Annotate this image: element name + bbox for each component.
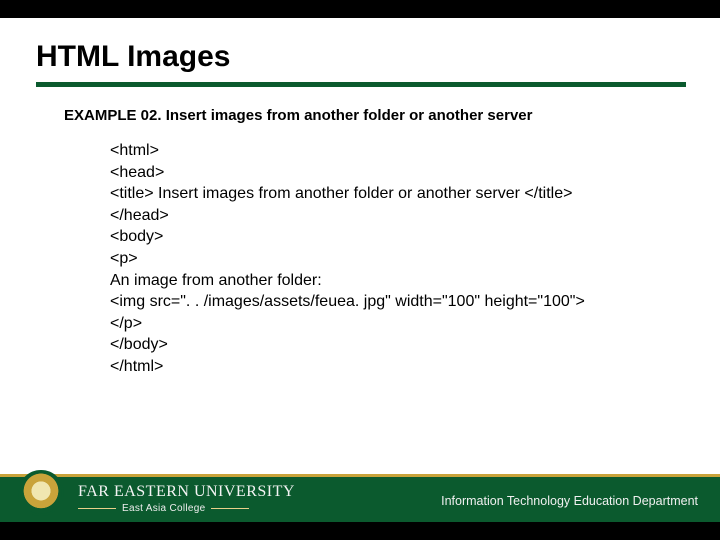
page-title: HTML Images bbox=[0, 18, 720, 82]
footer-accent-line bbox=[0, 474, 720, 477]
department-name: Information Technology Education Departm… bbox=[441, 494, 698, 508]
example-heading: EXAMPLE 02. Insert images from another f… bbox=[0, 87, 720, 124]
college-line-right bbox=[211, 508, 249, 509]
university-block: FAR EASTERN UNIVERSITY East Asia College bbox=[78, 483, 295, 514]
university-seal-icon bbox=[18, 470, 64, 516]
footer-bar: FAR EASTERN UNIVERSITY East Asia College… bbox=[0, 474, 720, 522]
college-line-left bbox=[78, 508, 116, 509]
slide: HTML Images EXAMPLE 02. Insert images fr… bbox=[0, 18, 720, 522]
college-name: East Asia College bbox=[122, 503, 205, 514]
university-name: FAR EASTERN UNIVERSITY bbox=[78, 483, 295, 501]
college-row: East Asia College bbox=[78, 503, 295, 514]
code-block: <html> <head> <title> Insert images from… bbox=[0, 124, 720, 378]
